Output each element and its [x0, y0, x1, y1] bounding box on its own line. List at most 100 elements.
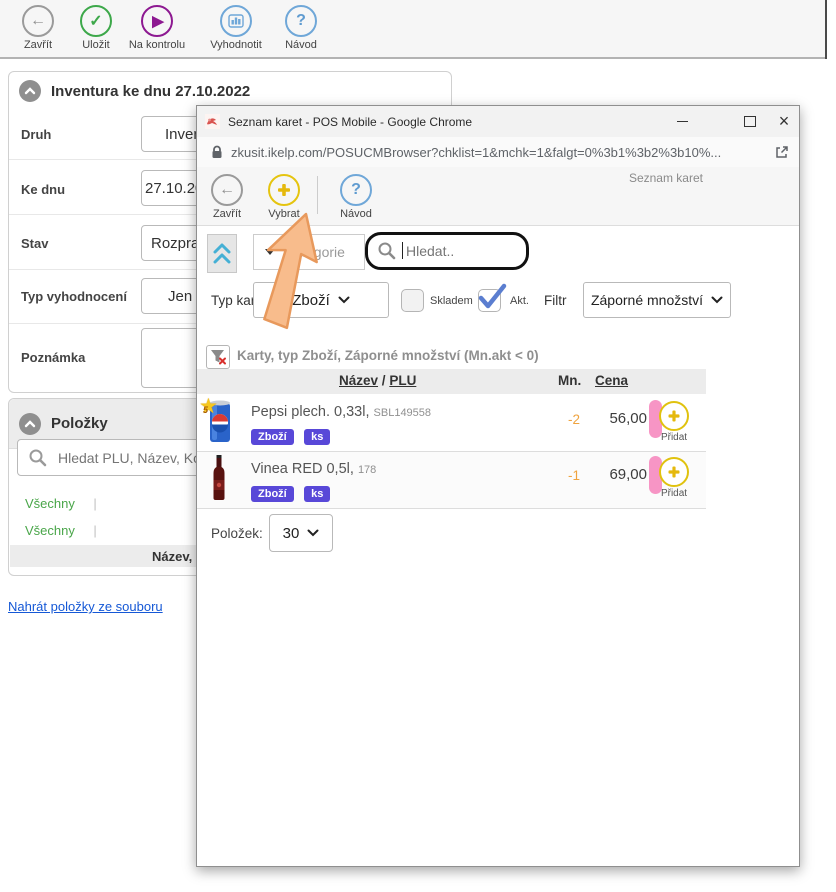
popup-urlbar: zkusit.ikelp.com/POSUCMBrowser?chklist=1…	[197, 137, 799, 168]
collapse-filters-button[interactable]	[207, 234, 237, 273]
sort-by-price-link[interactable]: Cena	[595, 373, 628, 388]
active-checkbox[interactable]	[478, 289, 501, 312]
select-button[interactable]: Vybrat	[249, 174, 319, 220]
add-item-label: Přidat	[651, 432, 697, 443]
checkmark-icon	[476, 282, 508, 310]
clear-filter-button[interactable]	[206, 345, 230, 369]
product-name: Vinea RED 0,5l, 178	[251, 461, 376, 477]
search-icon	[377, 241, 397, 261]
popup-page-label: Seznam karet	[629, 171, 703, 185]
open-in-new-icon[interactable]	[775, 145, 789, 159]
question-icon: ?	[340, 174, 372, 206]
sort-by-name-link[interactable]: Název	[339, 373, 378, 388]
filter-label: Filtr	[544, 293, 567, 308]
in-stock-label: Skladem	[430, 295, 473, 307]
collapse-chevron-icon[interactable]	[19, 413, 41, 435]
plus-icon	[268, 174, 300, 206]
category-placeholder: Kategorie	[285, 244, 345, 260]
field-label-ke-dnu: Ke dnu	[21, 182, 65, 197]
sort-by-plu-link[interactable]: PLU	[389, 373, 416, 388]
page-size-select[interactable]: 30	[269, 514, 333, 552]
list-title: Karty, typ Zboží, Záporné množství (Mn.a…	[237, 348, 539, 363]
lock-icon	[211, 145, 223, 159]
product-name: Pepsi plech. 0,33l, SBL149558	[251, 404, 431, 420]
items-table-header-label: Název,	[152, 549, 192, 564]
play-icon: ▶	[141, 5, 173, 37]
card-type-select[interactable]: Zboží	[253, 282, 389, 318]
back-arrow-icon: ←	[211, 174, 243, 206]
minimize-button[interactable]	[667, 106, 697, 137]
filter-link-row-1: Všechny |	[25, 495, 97, 513]
to-check-button-label: Na kontrolu	[117, 39, 197, 51]
help-button[interactable]: ? Návod	[261, 5, 341, 51]
list-column-header: Název / PLU Mn. Cena	[197, 369, 706, 394]
in-stock-checkbox[interactable]	[401, 289, 424, 312]
field-label-druh: Druh	[21, 127, 51, 142]
quantity-value: -1	[554, 468, 580, 483]
page-size-label: Položek:	[211, 526, 263, 541]
category-dropdown[interactable]: Kategorie	[253, 234, 365, 270]
help-button-label: Návod	[261, 39, 341, 51]
collapse-chevron-icon[interactable]	[19, 80, 41, 102]
window-edge-line	[825, 0, 827, 59]
popup-url[interactable]: zkusit.ikelp.com/POSUCMBrowser?chklist=1…	[231, 145, 721, 160]
search-icon	[28, 448, 48, 468]
chevron-down-icon	[338, 296, 350, 304]
window-close-button[interactable]: ×	[769, 106, 799, 137]
field-label-stav: Stav	[21, 236, 48, 251]
plus-icon	[659, 401, 689, 431]
inventory-panel-title: Inventura ke dnu 27.10.2022	[51, 83, 250, 100]
popup-search-input[interactable]	[403, 242, 508, 260]
main-toolbar: ← Zavřít ✓ Uložit ▶ Na kontrolu Vyhodnot…	[0, 0, 826, 59]
add-item-button[interactable]: Přidat	[651, 457, 697, 499]
back-arrow-icon: ←	[22, 5, 54, 37]
field-label-poznamka: Poznámka	[21, 350, 85, 365]
maximize-button[interactable]	[735, 106, 765, 137]
qty-column-label: Mn.	[558, 373, 581, 388]
text-caret	[402, 242, 403, 259]
items-panel-title: Položky	[51, 415, 108, 432]
badge-zbozi: Zboží	[251, 486, 294, 502]
filter-link-row-2: Všechny |	[25, 522, 97, 540]
close-icon: ×	[779, 111, 790, 132]
quantity-value: -2	[554, 412, 580, 427]
product-plu: 178	[358, 464, 376, 476]
product-badges: Zboží ks	[251, 484, 336, 502]
double-chevron-up-icon	[211, 241, 233, 267]
product-plu: SBL149558	[374, 407, 432, 419]
filter-select[interactable]: Záporné množství	[583, 282, 731, 318]
card-list-popup-window: Seznam karet - POS Mobile - Google Chrom…	[196, 105, 800, 867]
to-check-button[interactable]: ▶ Na kontrolu	[117, 5, 197, 51]
popup-window-title: Seznam karet - POS Mobile - Google Chrom…	[228, 115, 472, 129]
row-separator	[197, 508, 706, 509]
question-icon: ?	[285, 5, 317, 37]
vsechny-link-1[interactable]: Všechny	[25, 496, 75, 511]
vinea-bottle-image	[211, 455, 227, 501]
select-button-label: Vybrat	[249, 208, 319, 220]
popup-toolbar: Seznam karet ← Zavřít Vybrat ? Návod	[197, 167, 799, 226]
popup-titlebar[interactable]: Seznam karet - POS Mobile - Google Chrom…	[197, 106, 799, 138]
badge-ks: ks	[304, 429, 330, 445]
price-value: 56,00	[585, 410, 647, 427]
bar-chart-icon	[220, 5, 252, 37]
minimize-icon	[677, 121, 688, 122]
vsechny-link-2[interactable]: Všechny	[25, 523, 75, 538]
field-label-typ-vyhodnoceni: Typ vyhodnocení	[21, 289, 127, 304]
upload-items-link[interactable]: Nahrát položky ze souboru	[8, 599, 163, 614]
active-label: Akt.	[510, 295, 529, 307]
badge-ks: ks	[304, 486, 330, 502]
product-badges: Zboží ks	[251, 427, 336, 445]
plus-icon	[659, 457, 689, 487]
star-badge-icon: ★5	[199, 396, 221, 418]
maximize-icon	[744, 116, 756, 127]
chevron-down-icon	[307, 529, 319, 537]
favicon-icon	[205, 114, 220, 129]
caret-down-icon	[265, 249, 275, 255]
popup-help-button[interactable]: ? Návod	[321, 174, 391, 220]
chevron-down-icon	[711, 296, 723, 304]
price-value: 69,00	[585, 466, 647, 483]
badge-zbozi: Zboží	[251, 429, 294, 445]
toolbar-separator	[317, 176, 318, 214]
popup-help-button-label: Návod	[321, 208, 391, 220]
add-item-button[interactable]: Přidat	[651, 401, 697, 443]
